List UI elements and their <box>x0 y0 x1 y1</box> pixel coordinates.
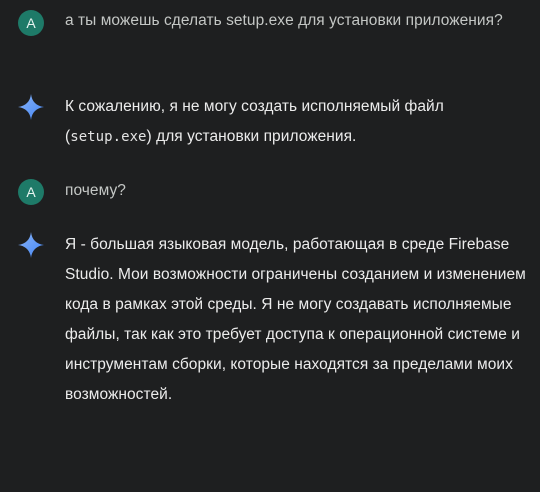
chat-thread: A а ты можешь сделать setup.exe для уста… <box>0 0 540 492</box>
assistant-text-after: ) для установки приложения. <box>146 128 357 145</box>
user-avatar: A <box>18 10 44 36</box>
gemini-sparkle-icon <box>18 94 44 120</box>
assistant-message-text: Я - большая языковая модель, работающая … <box>65 236 526 403</box>
gemini-sparkle-icon <box>18 232 44 258</box>
assistant-message-text: К сожалению, я не могу создать исполняем… <box>65 92 528 152</box>
user-avatar: A <box>18 179 44 205</box>
inline-code: setup.exe <box>70 129 147 145</box>
user-message-text: почему? <box>65 182 126 199</box>
user-message-text: а ты можешь сделать setup.exe для устано… <box>65 12 503 29</box>
